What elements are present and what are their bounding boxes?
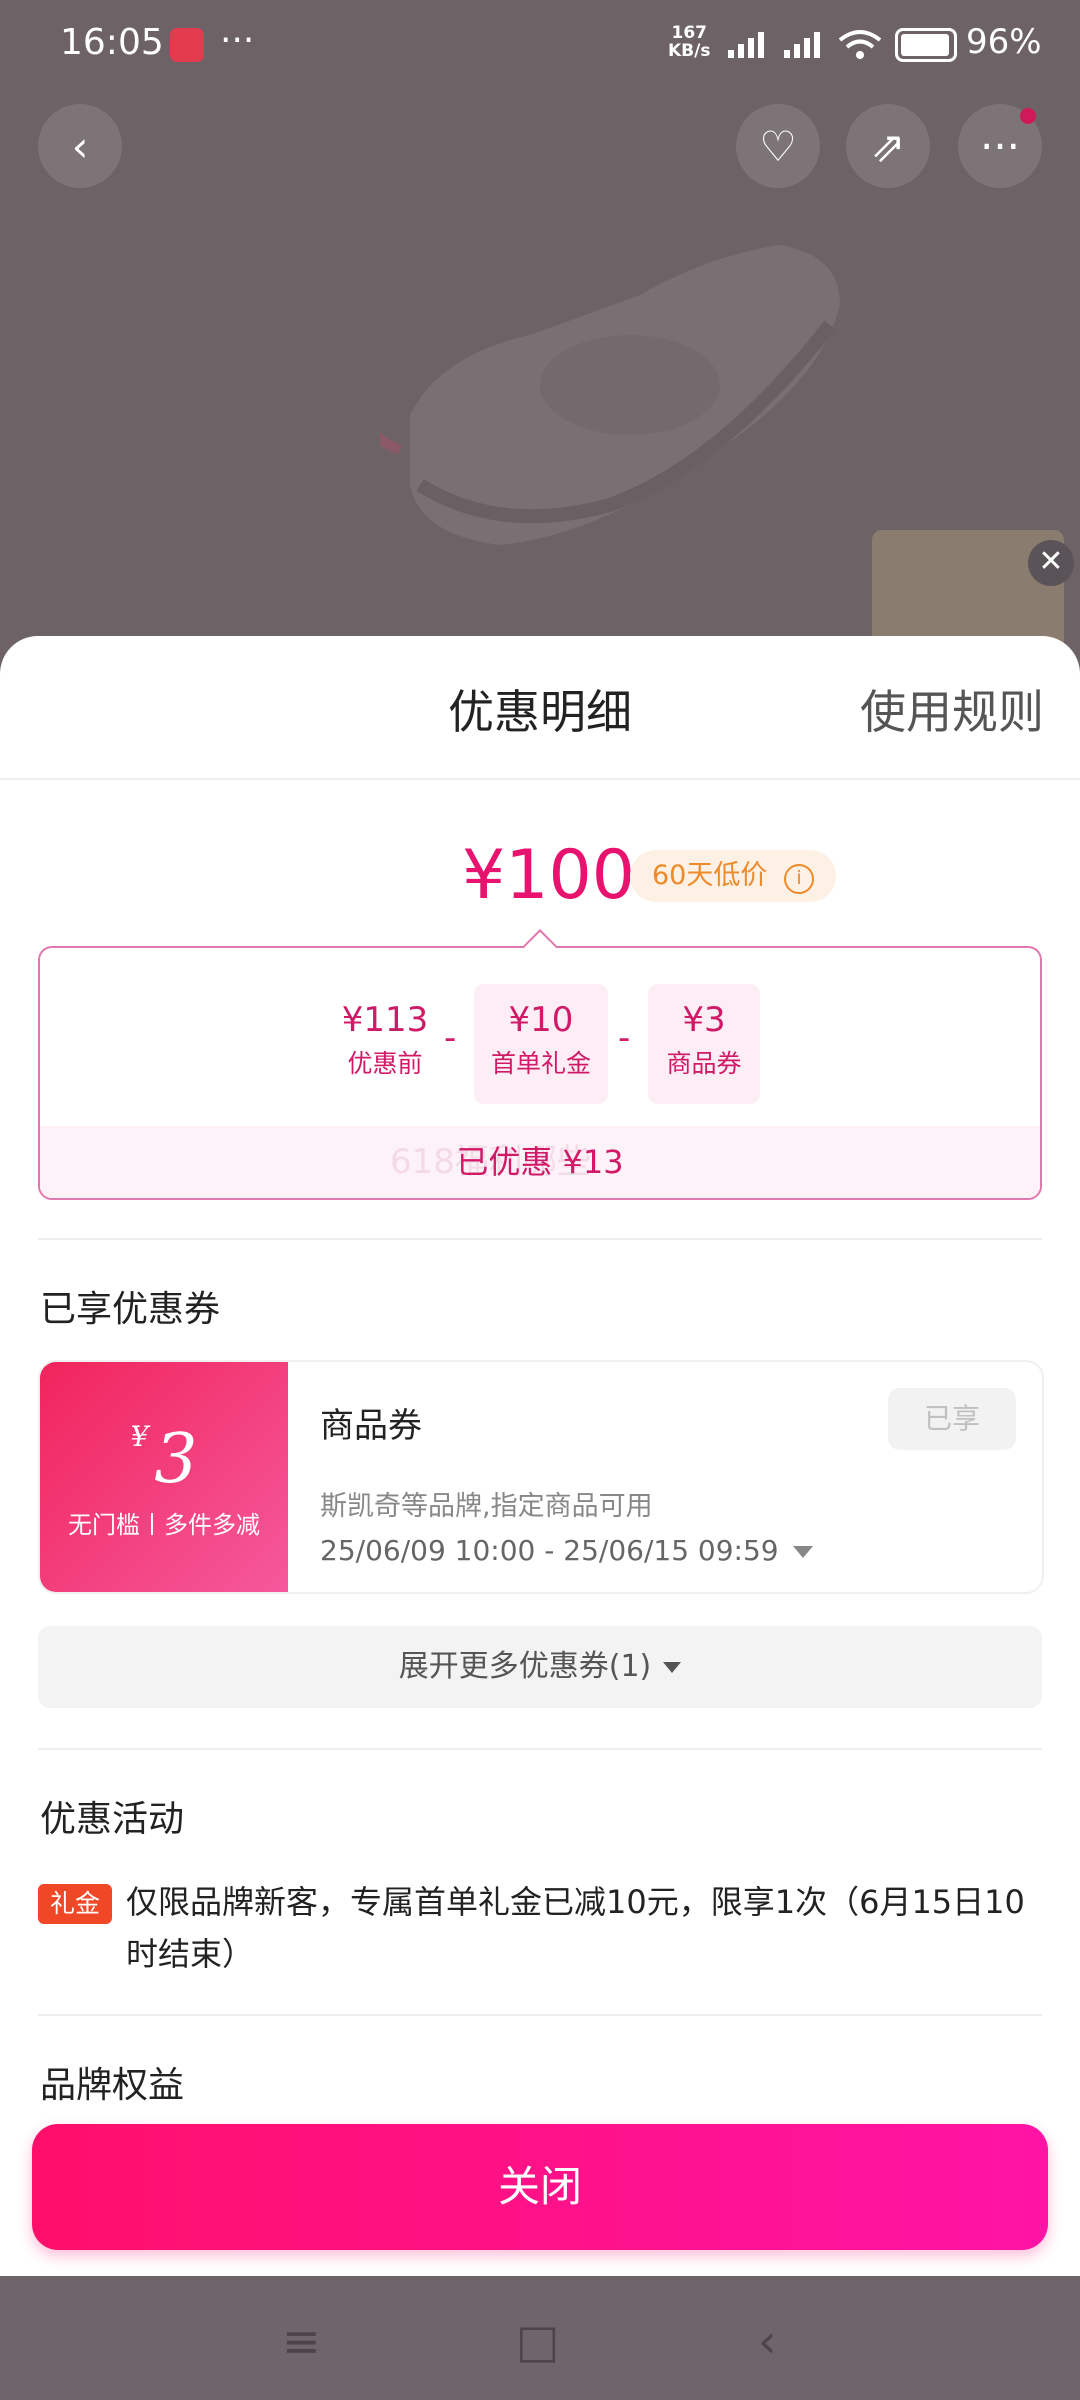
breakdown-product-coupon: ¥3 商品券 (648, 984, 760, 1104)
notification-dot (1020, 108, 1036, 124)
wifi-icon (838, 30, 882, 59)
low-price-label: 60天低价 (652, 860, 768, 891)
heart-plus-icon: ♡ (759, 121, 797, 171)
close-button[interactable]: 关闭 (32, 2124, 1048, 2250)
divider (0, 778, 1080, 780)
caret-down-icon (792, 1546, 813, 1558)
menu-icon[interactable]: ≡ (282, 2314, 321, 2368)
coupon-card: ¥3 无门槛丨多件多减 商品券 已享 斯凯奇等品牌,指定商品可用 25/06/0… (38, 1360, 1044, 1594)
coupon-perforated-edge (278, 1362, 296, 1592)
status-more-icon: ··· (220, 20, 255, 61)
product-page-background: 16:05 ··· 167 KB/s 96% ‹ ♡ ⇗ ··· ✕ (0, 0, 1080, 700)
final-price: ¥100 (462, 836, 636, 915)
status-time: 16:05 (60, 22, 164, 63)
thumbnail-close-button[interactable]: ✕ (1028, 540, 1074, 586)
expand-more-label: 展开更多优惠券(1) (398, 1649, 652, 1684)
back-button[interactable]: ‹ (38, 104, 122, 188)
coupon-amount-panel: ¥3 无门槛丨多件多减 (40, 1362, 288, 1592)
home-icon[interactable]: □ (516, 2314, 559, 2368)
expand-more-coupons-button[interactable]: 展开更多优惠券(1) (38, 1626, 1042, 1708)
close-icon: ✕ (1038, 544, 1064, 579)
total-saved-bar: 618福利哪些 已优惠 ¥13 (40, 1126, 1040, 1198)
info-icon: i (783, 864, 814, 894)
coupon-validity[interactable]: 25/06/09 10:00 - 25/06/15 09:59 (320, 1534, 813, 1567)
divider (38, 2014, 1042, 2016)
status-bar: 16:05 ··· 167 KB/s 96% (0, 0, 1080, 90)
signal-icon (728, 32, 764, 58)
brand-benefits-section-title: 品牌权益 (40, 2065, 185, 2106)
system-nav-bar: ≡ □ ‹ (0, 2276, 1080, 2400)
usage-rules-link[interactable]: 使用规则 (860, 676, 1044, 742)
discount-details-sheet: 优惠明细 使用规则 ¥100 60天低价 i ¥113 优惠前 - ¥10 首单… (0, 636, 1080, 2276)
product-shoe-image (380, 245, 840, 545)
battery-icon (895, 28, 957, 62)
breakdown-label: 首单礼金 (490, 1049, 591, 1078)
share-button[interactable]: ⇗ (846, 104, 930, 188)
favorite-button[interactable]: ♡ (736, 104, 820, 188)
breakdown-original-price: ¥113 优惠前 (324, 984, 446, 1104)
breakdown-label: 优惠前 (347, 1049, 423, 1078)
divider (38, 1748, 1042, 1750)
battery-percent: 96% (966, 22, 1042, 62)
price-breakdown-box: ¥113 优惠前 - ¥10 首单礼金 - ¥3 商品券 618福利哪些 已优惠… (38, 946, 1042, 1200)
low-price-badge[interactable]: 60天低价 i (630, 850, 836, 902)
coupon-amount: ¥3 (40, 1420, 288, 1499)
notification-app-icon (170, 28, 204, 62)
activity-section-title: 优惠活动 (40, 1799, 185, 1840)
coupon-validity-text: 25/06/09 10:00 - 25/06/15 09:59 (320, 1534, 779, 1567)
net-speed-unit: KB/s (668, 41, 711, 61)
chevron-left-icon: ‹ (71, 121, 89, 171)
coupon-status-badge: 已享 (888, 1388, 1016, 1450)
net-speed: 167 KB/s (668, 24, 710, 60)
signal-icon-2 (784, 32, 820, 58)
breakdown-first-order-gift: ¥10 首单礼金 (474, 984, 608, 1104)
divider (38, 1238, 1042, 1240)
coupon-condition: 无门槛丨多件多减 (68, 1511, 260, 1539)
minus-sign: - (444, 1018, 457, 1058)
back-nav-icon[interactable]: ‹ (758, 2314, 776, 2368)
net-speed-value: 167 (671, 23, 707, 43)
minus-sign: - (618, 1018, 631, 1058)
gift-tag-badge: 礼金 (38, 1884, 112, 1924)
coupons-section-title: 已享优惠券 (40, 1289, 221, 1330)
more-dots-icon: ··· (979, 121, 1021, 171)
total-saved-text: 已优惠 ¥13 (456, 1143, 624, 1181)
coupon-currency: ¥ (130, 1420, 149, 1453)
breakdown-value: ¥10 (508, 1000, 574, 1040)
breakdown-value: ¥113 (341, 1000, 429, 1040)
share-icon: ⇗ (870, 121, 906, 171)
activity-description: 仅限品牌新客，专属首单礼金已减10元，限享1次（6月15日10时结束） (126, 1883, 1025, 1973)
coupon-name: 商品券 (320, 1406, 422, 1446)
breakdown-value: ¥3 (682, 1000, 726, 1040)
breakdown-label: 商品券 (666, 1049, 742, 1078)
coupon-amount-value: 3 (154, 1420, 198, 1499)
coupon-description: 斯凯奇等品牌,指定商品可用 (320, 1491, 653, 1522)
caret-down-icon (663, 1662, 682, 1673)
